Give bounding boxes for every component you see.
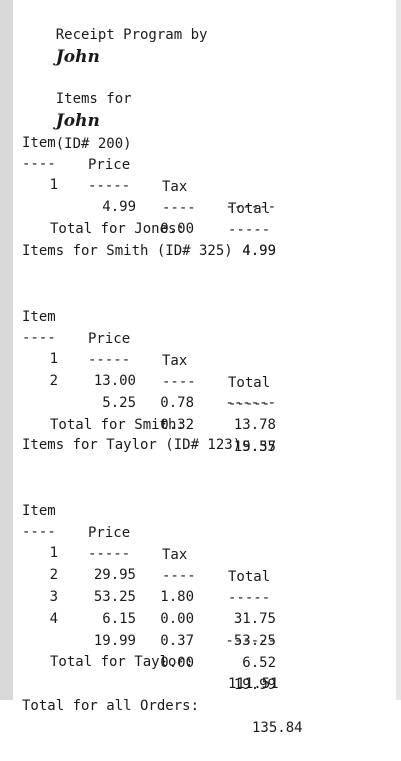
- order-heading-prefix: Items for: [55, 91, 132, 107]
- grand-total-label: Total for all Orders:: [22, 698, 200, 714]
- grand-total-row: Total for all Orders: 135.84: [22, 673, 392, 736]
- grand-total-value: 135.84: [252, 720, 303, 736]
- table-row: 3 6.15 0.37 6.52: [22, 564, 392, 671]
- order-heading: Items for Smith (ID# 325): [22, 243, 233, 259]
- column-underline-row: ---- ----- ---- -----: [22, 305, 392, 412]
- program-author-handwritten: John: [55, 47, 100, 67]
- underline-total: -----: [228, 222, 271, 238]
- order-total-row: Total for Taylor: 111.51: [22, 629, 392, 692]
- column-underline-row: ---- ----- ---- -----: [22, 131, 392, 238]
- order-total-row: Total for Smith: 19.35: [22, 392, 392, 455]
- table-row: 2 53.25 0.00 53.25: [22, 542, 392, 649]
- order-total-row: Total for Jones: 4.99: [22, 196, 392, 259]
- program-title-line: Receipt Program by John: [22, 2, 208, 67]
- table-row: 1 29.95 1.80 31.75: [22, 520, 392, 627]
- table-row: 1 4.99 0.00 4.99: [22, 152, 392, 259]
- window-left-border: [0, 0, 13, 700]
- order-total-label: Total for Jones:: [50, 221, 185, 237]
- column-header-row: Item Price Tax Total: [22, 284, 392, 391]
- total-rule: ------: [22, 370, 392, 411]
- window-right-border: [396, 0, 401, 700]
- cell-total: 13.78: [233, 417, 276, 433]
- order-total-label: Total for Taylor:: [50, 654, 194, 670]
- table-row: 2 5.25 0.32 5.57: [22, 348, 392, 455]
- table-row: 1 13.00 0.78 13.78: [22, 326, 392, 433]
- order-total-label: Total for Smith:: [50, 417, 185, 433]
- column-underline-row: ---- ----- ---- -----: [22, 499, 392, 606]
- order-total-value: 4.99: [242, 243, 276, 259]
- order-heading: Items for Taylor (ID# 123): [22, 437, 242, 453]
- order-heading: Items for John (ID# 200): [22, 66, 132, 152]
- column-header-row: Item Price Tax Total: [22, 478, 392, 585]
- cell-total: 6.52: [242, 655, 276, 671]
- total-rule: ------: [22, 174, 392, 215]
- total-rule: ------: [22, 608, 392, 649]
- table-row: 4 19.99 0.00 19.99: [22, 586, 392, 693]
- program-title: Receipt Program by: [55, 27, 208, 43]
- column-header-row: Item Price Tax Total: [22, 110, 392, 217]
